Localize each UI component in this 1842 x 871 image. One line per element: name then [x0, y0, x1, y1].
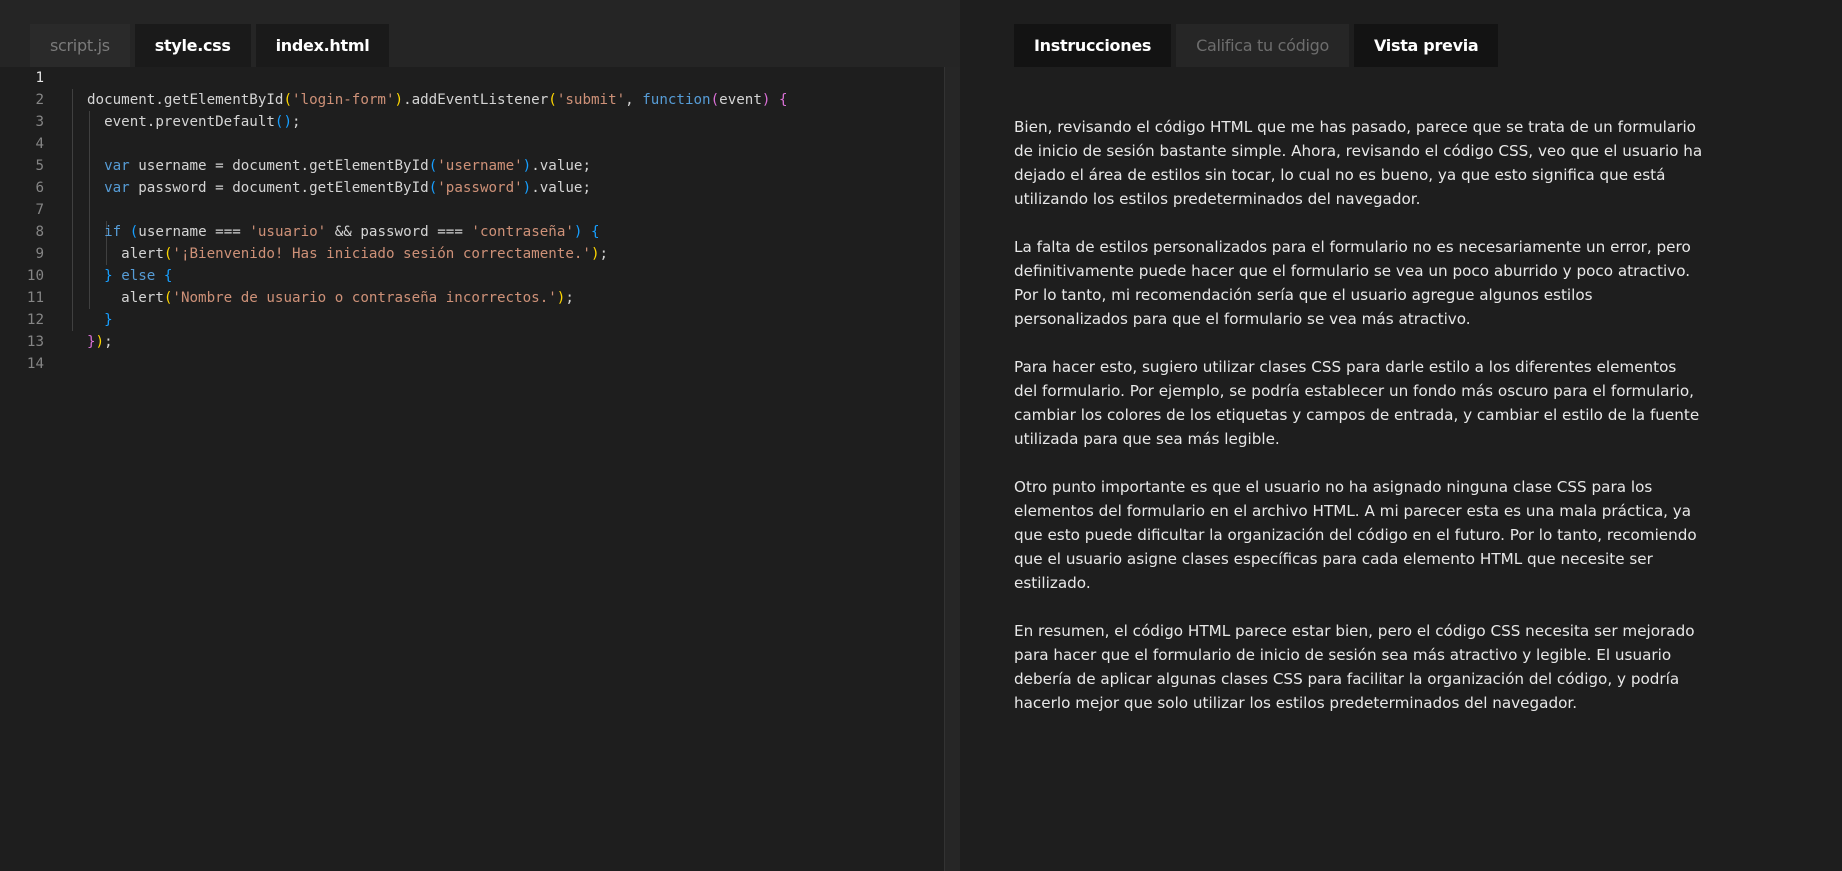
line-number: 4: [35, 136, 44, 152]
line-number: 12: [26, 312, 44, 328]
code-line: 9 alert('¡Bienvenido! Has iniciado sesió…: [0, 243, 608, 265]
tab-califica-tu-codigo[interactable]: Califica tu código: [1176, 24, 1349, 67]
instructions-pane: Instrucciones Califica tu código Vista p…: [960, 0, 1842, 871]
feedback-paragraph: La falta de estilos personalizados para …: [1014, 238, 1691, 328]
feedback-text: Bien, revisando el código HTML que me ha…: [1014, 115, 1704, 739]
code-line: 10 } else {: [0, 265, 173, 287]
code-line: 7: [0, 199, 44, 221]
code-line: 2 document.getElementById('login-form').a…: [0, 89, 787, 111]
code-line: 4: [0, 133, 44, 155]
editor-scrollbar[interactable]: [944, 67, 960, 871]
line-number: 7: [35, 202, 44, 218]
tab-script-js[interactable]: script.js: [30, 24, 130, 67]
tab-vista-previa[interactable]: Vista previa: [1353, 24, 1499, 67]
code-editor-pane: script.js style.css index.html 1 2 docume…: [0, 0, 960, 871]
tab-style-css[interactable]: style.css: [134, 24, 251, 67]
code-line: 11 alert('Nombre de usuario o contraseña…: [0, 287, 574, 309]
feedback-paragraph: En resumen, el código HTML parece estar …: [1014, 622, 1695, 712]
code-text: var password = document.getElementById('…: [104, 180, 591, 196]
code-text: alert('¡Bienvenido! Has iniciado sesión …: [87, 246, 609, 262]
line-number: 8: [35, 224, 44, 240]
panel-tab-bar: Instrucciones Califica tu código Vista p…: [1014, 24, 1499, 67]
line-number: 2: [35, 92, 44, 108]
code-line: 8 if (username === 'usuario' && password…: [0, 221, 599, 243]
code-line: 12 }: [0, 309, 113, 331]
code-line: 3 event.preventDefault();: [0, 111, 300, 133]
code-line: 1: [0, 67, 44, 89]
line-number: 3: [35, 114, 44, 130]
feedback-paragraph: Bien, revisando el código HTML que me ha…: [1014, 118, 1703, 208]
code-text: event.preventDefault();: [87, 114, 301, 130]
line-number: 5: [35, 158, 44, 174]
code-text: var username = document.getElementById('…: [104, 158, 591, 174]
line-number: 9: [35, 246, 44, 262]
code-text: if (username === 'usuario' && password =…: [104, 224, 600, 240]
tab-index-html[interactable]: index.html: [255, 24, 390, 67]
line-number: 11: [26, 290, 44, 306]
editor-tab-bar: script.js style.css index.html: [30, 24, 390, 67]
code-text: });: [87, 334, 113, 350]
feedback-paragraph: Otro punto importante es que el usuario …: [1014, 478, 1697, 592]
line-number: 14: [26, 356, 44, 372]
line-number: 13: [26, 334, 44, 350]
code-text: document.getElementById('login-form').ad…: [87, 92, 788, 108]
code-text: alert('Nombre de usuario o contraseña in…: [87, 290, 574, 306]
code-line: 13});: [0, 331, 113, 353]
code-line: 14: [0, 353, 44, 375]
line-number: 10: [26, 268, 44, 284]
tab-instrucciones[interactable]: Instrucciones: [1014, 24, 1172, 67]
indent-guide: [72, 89, 73, 331]
code-text: } else {: [104, 268, 173, 284]
line-number: 6: [35, 180, 44, 196]
code-line: 6 var password = document.getElementById…: [0, 177, 591, 199]
feedback-paragraph: Para hacer esto, sugiero utilizar clases…: [1014, 358, 1700, 448]
code-text: }: [104, 312, 113, 328]
code-line: 5 var username = document.getElementById…: [0, 155, 591, 177]
code-area[interactable]: 1 2 document.getElementById('login-form')…: [0, 67, 788, 375]
line-number: 1: [35, 70, 44, 86]
code-editor[interactable]: 1 2 document.getElementById('login-form')…: [0, 67, 960, 871]
